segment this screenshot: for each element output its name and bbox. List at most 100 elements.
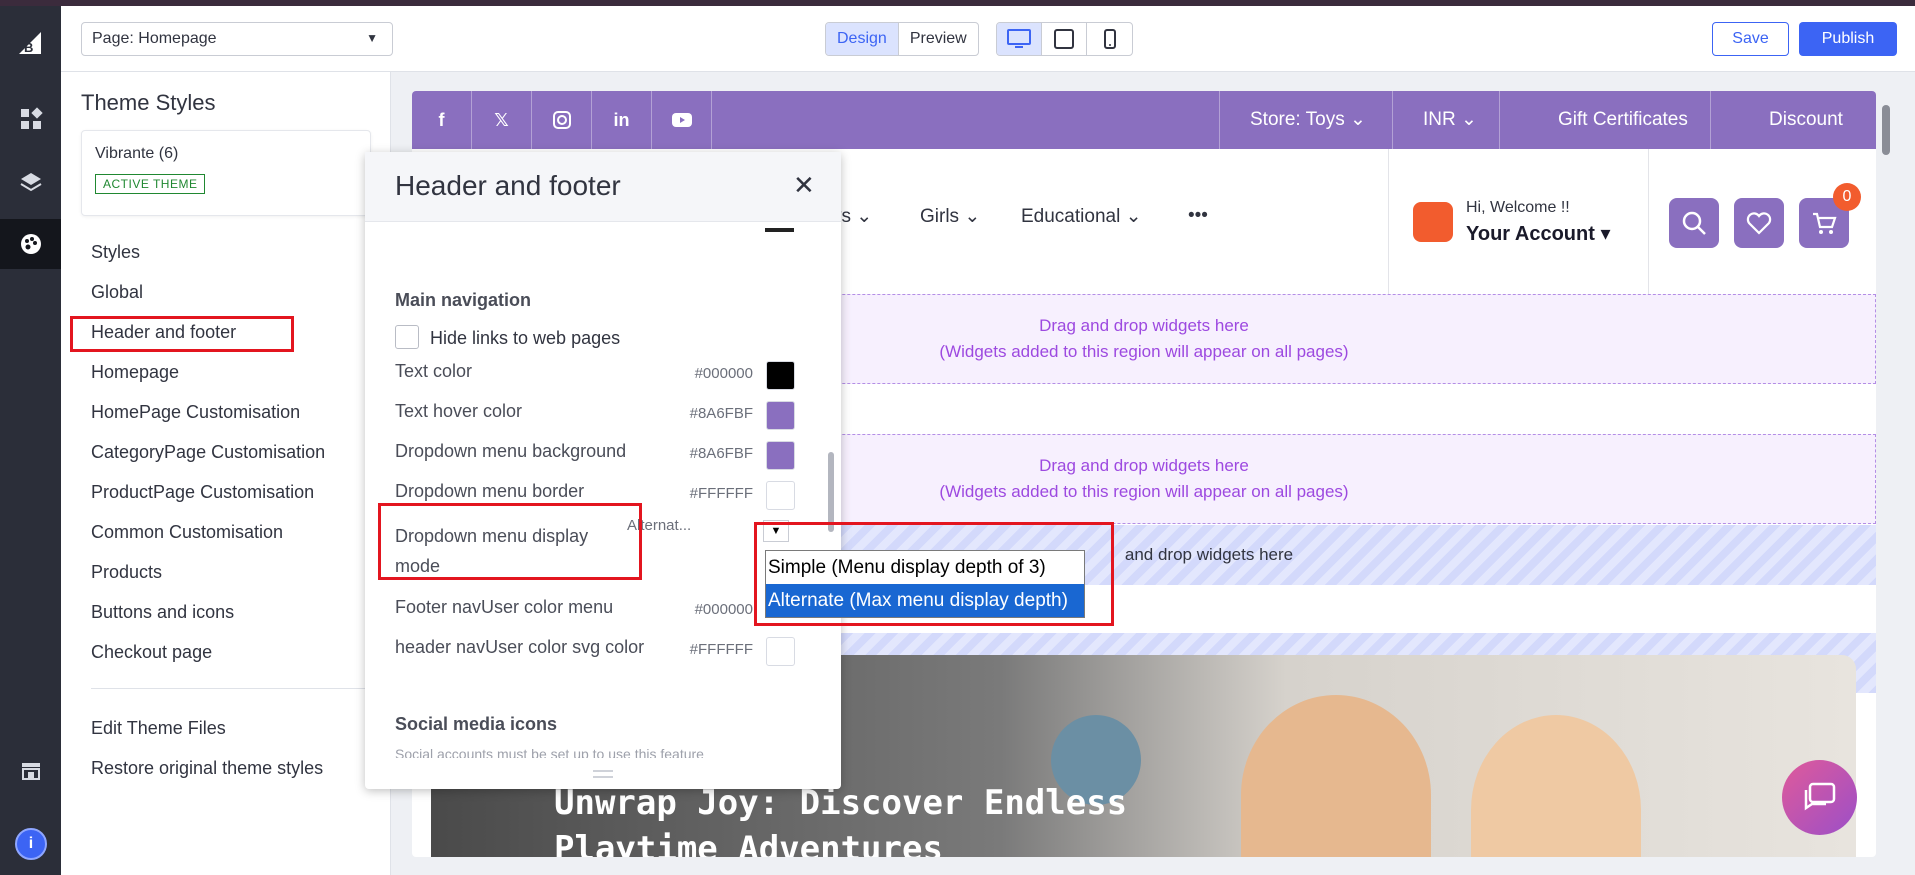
sidebar-item-productpage-customisation[interactable]: ProductPage Customisation — [91, 472, 325, 512]
dashboard-icon[interactable] — [0, 94, 61, 144]
sidebar-item-global[interactable]: Global — [91, 272, 325, 312]
layers-icon[interactable] — [0, 158, 61, 208]
color-swatch[interactable] — [766, 401, 795, 430]
discount-label: Discount — [1769, 109, 1843, 130]
sidebar-item-styles[interactable]: Styles — [91, 232, 325, 272]
sidebar-item-products[interactable]: Products — [91, 552, 325, 592]
chevron-down-icon[interactable]: ▼ — [763, 520, 789, 542]
row-hex: #FFFFFF — [689, 641, 753, 658]
active-theme-badge: ACTIVE THEME — [95, 174, 206, 194]
child-image — [1241, 695, 1431, 857]
dropdown-bg-row: Dropdown menu background #8A6FBF — [395, 441, 795, 471]
row-label: Text hover color — [395, 401, 523, 421]
panel-header: Header and footer ✕ — [365, 152, 841, 222]
close-icon[interactable]: ✕ — [793, 170, 815, 201]
storefront-icon[interactable] — [0, 746, 61, 796]
row-hex: #000000 — [694, 601, 753, 618]
theme-name: Vibrante (6) — [95, 145, 179, 162]
currency-switcher[interactable]: INR ⌄ — [1392, 91, 1499, 149]
row-hex: #000000 — [694, 365, 753, 382]
chevron-down-icon: ▼ — [366, 31, 378, 45]
sidebar-item-checkout-page[interactable]: Checkout page — [91, 632, 325, 672]
row-label-line2: mode — [395, 556, 441, 576]
theme-card: Vibrante (6) ACTIVE THEME — [81, 130, 371, 216]
desktop-icon[interactable] — [997, 23, 1042, 55]
publish-button[interactable]: Publish — [1799, 22, 1897, 56]
color-swatch[interactable] — [766, 481, 795, 510]
panel-scrollbar-thumb[interactable] — [828, 452, 834, 532]
hero-title: Unwrap Joy: Discover Endless — [554, 783, 1128, 823]
sidebar-item-homepage-customisation[interactable]: HomePage Customisation — [91, 392, 325, 432]
header-navuser-svg-row: header navUser color svg color #FFFFFF — [395, 637, 795, 667]
chat-bubble-icon[interactable] — [1782, 760, 1857, 835]
text-hover-color-row: Text hover color #8A6FBF — [395, 401, 795, 431]
footer-navuser-row: Footer navUser color menu #000000 — [395, 597, 795, 627]
theme-menu: Styles Global Header and footer Homepage… — [91, 232, 325, 672]
social-note: Social accounts must be set up to use th… — [395, 746, 704, 758]
row-label: Dropdown menu background — [395, 441, 627, 461]
divider — [91, 688, 371, 689]
facebook-icon[interactable]: f — [412, 91, 472, 149]
design-tab[interactable]: Design — [826, 23, 899, 55]
info-icon[interactable]: i — [15, 828, 47, 860]
save-button[interactable]: Save — [1712, 22, 1789, 56]
restore-theme-styles-link[interactable]: Restore original theme styles — [91, 748, 323, 788]
hide-links-label: Hide links to web pages — [430, 328, 621, 348]
instagram-icon[interactable] — [532, 91, 592, 149]
discount-link[interactable]: Discount — [1710, 91, 1876, 149]
row-label: Text color — [395, 361, 473, 381]
cart-count-badge: 0 — [1833, 183, 1861, 211]
theme-styles-panel: Theme Styles Vibrante (6) ACTIVE THEME S… — [61, 72, 391, 875]
store-top-bar: f 𝕏 in Store: Toys ⌄ INR ⌄ Gift Certific… — [412, 91, 1876, 149]
more-icon[interactable]: ••• — [1188, 205, 1208, 227]
page-select-value: Page: Homepage — [92, 30, 217, 47]
gift-certificates-link[interactable]: Gift Certificates — [1499, 91, 1710, 149]
color-swatch[interactable] — [766, 441, 795, 470]
resize-grip-icon[interactable] — [593, 770, 613, 778]
preview-tab[interactable]: Preview — [899, 23, 978, 55]
scrollbar-thumb[interactable] — [1882, 105, 1890, 155]
dropdown-mode-select[interactable]: Alternat... ▼ — [627, 517, 789, 547]
row-hex: #FFFFFF — [689, 485, 753, 502]
tablet-icon[interactable] — [1042, 23, 1087, 55]
hide-links-checkbox[interactable] — [395, 325, 419, 349]
search-icon[interactable] — [1669, 198, 1719, 248]
user-avatar-icon — [1413, 202, 1453, 242]
row-label: Footer navUser color menu — [395, 597, 614, 617]
social-media-heading: Social media icons — [395, 714, 558, 734]
x-icon[interactable]: 𝕏 — [472, 91, 532, 149]
panel-title: Theme Styles — [81, 90, 216, 115]
left-rail: B i — [0, 6, 61, 875]
edit-theme-files-link[interactable]: Edit Theme Files — [91, 708, 323, 748]
page-select[interactable]: Page: Homepage ▼ — [81, 22, 393, 56]
color-swatch[interactable] — [766, 637, 795, 666]
wishlist-heart-icon[interactable] — [1734, 198, 1784, 248]
option-alternate[interactable]: Alternate (Max menu display depth) — [766, 584, 1084, 617]
bigcommerce-logo-icon[interactable]: B — [15, 28, 45, 58]
sidebar-item-homepage[interactable]: Homepage — [91, 352, 325, 392]
sidebar-item-categorypage-customisation[interactable]: CategoryPage Customisation — [91, 432, 325, 472]
linkedin-icon[interactable]: in — [592, 91, 652, 149]
partial-control — [765, 222, 794, 232]
palette-icon[interactable] — [0, 219, 61, 269]
hero-title-line2: Playtime Adventures — [554, 829, 943, 857]
nav-item-educational[interactable]: Educational ⌄ — [1021, 205, 1142, 228]
dropdown-mode-options: Simple (Menu display depth of 3) Alterna… — [765, 550, 1085, 618]
youtube-icon[interactable] — [652, 91, 712, 149]
sidebar-item-header-footer[interactable]: Header and footer — [91, 312, 325, 352]
theme-footer-menu: Edit Theme Files Restore original theme … — [91, 708, 323, 788]
canvas-scrollbar[interactable] — [1880, 91, 1892, 857]
color-swatch[interactable] — [766, 361, 795, 390]
option-simple[interactable]: Simple (Menu display depth of 3) — [766, 551, 1084, 584]
sidebar-item-common-customisation[interactable]: Common Customisation — [91, 512, 325, 552]
divider — [1648, 149, 1649, 294]
your-account-link[interactable]: Your Account ▾ — [1466, 221, 1610, 246]
mobile-icon[interactable] — [1087, 23, 1132, 55]
row-label: Dropdown menu border — [395, 481, 585, 501]
header-footer-panel: Header and footer ✕ Main navigation Hide… — [365, 152, 841, 789]
sidebar-item-buttons-icons[interactable]: Buttons and icons — [91, 592, 325, 632]
panel-body: Main navigation Hide links to web pages … — [365, 222, 841, 762]
row-hex: #8A6FBF — [689, 445, 753, 462]
store-switcher[interactable]: Store: Toys ⌄ — [1219, 91, 1392, 149]
nav-item-girls[interactable]: Girls ⌄ — [920, 205, 980, 228]
